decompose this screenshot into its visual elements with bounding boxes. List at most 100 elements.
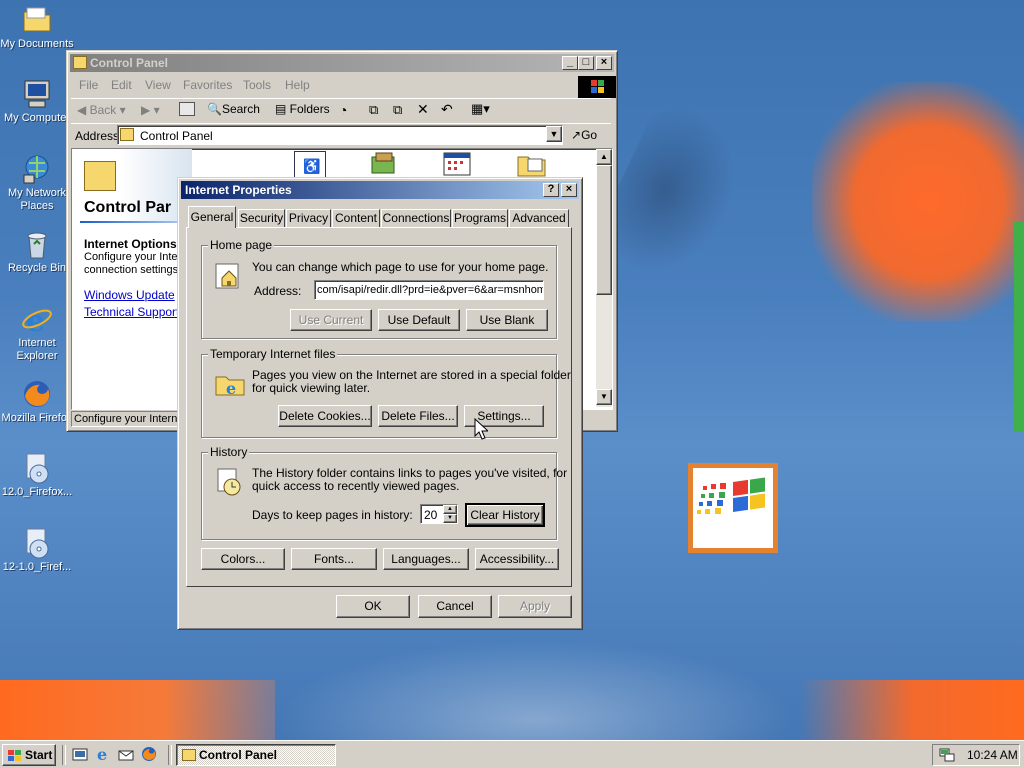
delete-cookies-button[interactable]: Delete Cookies... bbox=[278, 405, 372, 427]
windows-flag-icon bbox=[8, 750, 21, 761]
menu-tools[interactable]: Tools bbox=[243, 76, 271, 94]
tab-connections[interactable]: Connections bbox=[381, 209, 451, 228]
firefox-quick-launch-icon[interactable] bbox=[141, 746, 157, 762]
forward-button[interactable]: ▶ ▾ bbox=[141, 103, 160, 117]
days-value[interactable]: 20 bbox=[424, 508, 437, 522]
address-input[interactable]: Control Panel ▼ bbox=[117, 125, 563, 145]
use-blank-button[interactable]: Use Blank bbox=[466, 309, 548, 331]
windows-update-link[interactable]: Windows Update bbox=[84, 288, 175, 302]
views-icon[interactable]: ▦▾ bbox=[471, 101, 490, 117]
tab-advanced[interactable]: Advanced bbox=[509, 209, 569, 228]
show-desktop-icon[interactable] bbox=[72, 747, 88, 763]
menu-file[interactable]: File bbox=[79, 76, 98, 94]
webview-panel: Control Par Internet Options Configure y… bbox=[72, 149, 192, 409]
desktop-icon-my-network-places[interactable]: My Network Places bbox=[0, 153, 74, 213]
search-button[interactable]: 🔍Search bbox=[207, 102, 260, 116]
date-time-icon[interactable] bbox=[442, 151, 474, 177]
tab-general[interactable]: General bbox=[188, 206, 236, 228]
general-tab-page: Home page You can change which page to u… bbox=[186, 227, 572, 587]
history-group: History The History folder contains link… bbox=[201, 445, 567, 540]
maximize-button[interactable]: □ bbox=[578, 56, 594, 70]
history-icon[interactable]: ◔ bbox=[339, 102, 347, 118]
days-down-button[interactable]: ▼ bbox=[443, 514, 457, 523]
history-clock-icon bbox=[214, 467, 244, 497]
accessibility-options-icon[interactable]: ♿ bbox=[294, 151, 326, 179]
forward-arrow-icon: ▶ ▾ bbox=[141, 103, 160, 117]
menu-favorites[interactable]: Favorites bbox=[183, 76, 232, 94]
search-icon: 🔍 bbox=[207, 102, 222, 116]
close-button[interactable]: × bbox=[596, 56, 612, 70]
control-panel-titlebar[interactable]: Control Panel _ □ × bbox=[70, 54, 614, 72]
temporary-files-group: Temporary Internet files e Pages you vie… bbox=[201, 347, 571, 438]
address-bar: Address Control Panel ▼ ↗Go bbox=[71, 123, 611, 148]
tab-strip: General Security Privacy Content Connect… bbox=[186, 206, 576, 228]
ok-button[interactable]: OK bbox=[336, 595, 410, 618]
standard-toolbar: ◀ Back ▾ ▶ ▾ 🔍Search ▤ Folders ◔ ⧉ ⧉ ✕ ↶… bbox=[71, 98, 611, 123]
dialog-close-button[interactable]: × bbox=[561, 183, 577, 197]
go-button[interactable]: ↗Go bbox=[571, 128, 597, 142]
scroll-thumb[interactable] bbox=[596, 165, 612, 295]
back-button[interactable]: ◀ Back ▾ bbox=[77, 103, 126, 117]
clock[interactable]: 10:24 AM bbox=[967, 748, 1018, 762]
help-button[interactable]: ? bbox=[543, 183, 559, 197]
desktop-icon-mozilla-firefox[interactable]: Mozilla Firefox bbox=[0, 378, 74, 425]
menu-edit[interactable]: Edit bbox=[111, 76, 132, 94]
folders-icon: ▤ bbox=[275, 102, 290, 116]
display-folder-icon[interactable] bbox=[516, 151, 548, 177]
copy-to-icon[interactable]: ⧉ bbox=[393, 102, 402, 118]
languages-button[interactable]: Languages... bbox=[383, 548, 469, 570]
tab-content[interactable]: Content bbox=[332, 209, 380, 228]
clear-history-button[interactable]: Clear History bbox=[465, 503, 545, 527]
technical-support-link[interactable]: Technical Support bbox=[84, 305, 179, 319]
recycle-bin-icon bbox=[21, 228, 53, 260]
use-current-button[interactable]: Use Current bbox=[290, 309, 372, 331]
accessibility-button[interactable]: Accessibility... bbox=[475, 548, 559, 570]
up-folder-icon[interactable] bbox=[179, 102, 195, 116]
add-remove-programs-icon[interactable] bbox=[368, 151, 400, 177]
colors-button[interactable]: Colors... bbox=[201, 548, 285, 570]
svg-text:e: e bbox=[26, 304, 45, 335]
control-panel-icon bbox=[120, 128, 134, 141]
system-tray: 10:24 AM bbox=[932, 744, 1020, 766]
home-page-address-input[interactable]: com/isapi/redir.dll?prd=ie&pver=6&ar=msn… bbox=[314, 280, 544, 300]
desktop-icon-firefox-installer-2[interactable]: 12-1.0_Firef... bbox=[0, 527, 74, 574]
move-to-icon[interactable]: ⧉ bbox=[369, 102, 378, 118]
svg-text:e: e bbox=[226, 379, 236, 397]
fonts-button[interactable]: Fonts... bbox=[291, 548, 377, 570]
tab-security[interactable]: Security bbox=[238, 209, 285, 228]
desktop-icon-my-documents[interactable]: My Documents bbox=[0, 4, 74, 51]
desktop-icon-firefox-installer-1[interactable]: 12.0_Firefox... bbox=[0, 452, 74, 499]
days-up-button[interactable]: ▲ bbox=[443, 505, 457, 514]
dialog-titlebar[interactable]: Internet Properties ? × bbox=[181, 181, 579, 199]
folders-button[interactable]: ▤ Folders bbox=[275, 102, 330, 116]
days-stepper[interactable]: 20 ▲ ▼ bbox=[420, 504, 458, 524]
undo-icon[interactable]: ↶ bbox=[441, 101, 453, 118]
scroll-up-button[interactable]: ▲ bbox=[596, 149, 612, 165]
minimize-button[interactable]: _ bbox=[562, 56, 578, 70]
apply-button[interactable]: Apply bbox=[498, 595, 572, 618]
cancel-button[interactable]: Cancel bbox=[418, 595, 492, 618]
tab-programs[interactable]: Programs bbox=[452, 209, 508, 228]
network-connection-icon[interactable] bbox=[939, 747, 955, 763]
scroll-down-button[interactable]: ▼ bbox=[596, 389, 612, 405]
desktop-icon-recycle-bin[interactable]: Recycle Bin bbox=[0, 228, 74, 275]
address-dropdown-button[interactable]: ▼ bbox=[546, 126, 562, 142]
use-default-button[interactable]: Use Default bbox=[378, 309, 460, 331]
desktop-icon-internet-explorer[interactable]: e Internet Explorer bbox=[0, 303, 74, 363]
vertical-scrollbar[interactable]: ▲ ▼ bbox=[596, 149, 612, 407]
ie-quick-launch-icon[interactable]: e bbox=[95, 745, 111, 764]
taskbar-control-panel-button[interactable]: Control Panel bbox=[176, 744, 336, 766]
menu-view[interactable]: View bbox=[145, 76, 171, 94]
windows-throbber-icon bbox=[578, 76, 616, 98]
firefox-icon bbox=[21, 378, 53, 410]
desktop-icon-my-computer[interactable]: My Computer bbox=[0, 78, 74, 125]
internet-properties-dialog[interactable]: Internet Properties ? × General Security… bbox=[177, 177, 583, 630]
start-button[interactable]: Start bbox=[2, 744, 56, 766]
tab-privacy[interactable]: Privacy bbox=[286, 209, 331, 228]
delete-icon[interactable]: ✕ bbox=[417, 101, 429, 118]
menu-help[interactable]: Help bbox=[285, 76, 310, 94]
taskbar: Start e Control Panel 10:24 AM bbox=[0, 740, 1024, 768]
delete-files-button[interactable]: Delete Files... bbox=[378, 405, 458, 427]
outlook-express-icon[interactable] bbox=[118, 747, 134, 763]
home-page-group: Home page You can change which page to u… bbox=[201, 238, 557, 339]
